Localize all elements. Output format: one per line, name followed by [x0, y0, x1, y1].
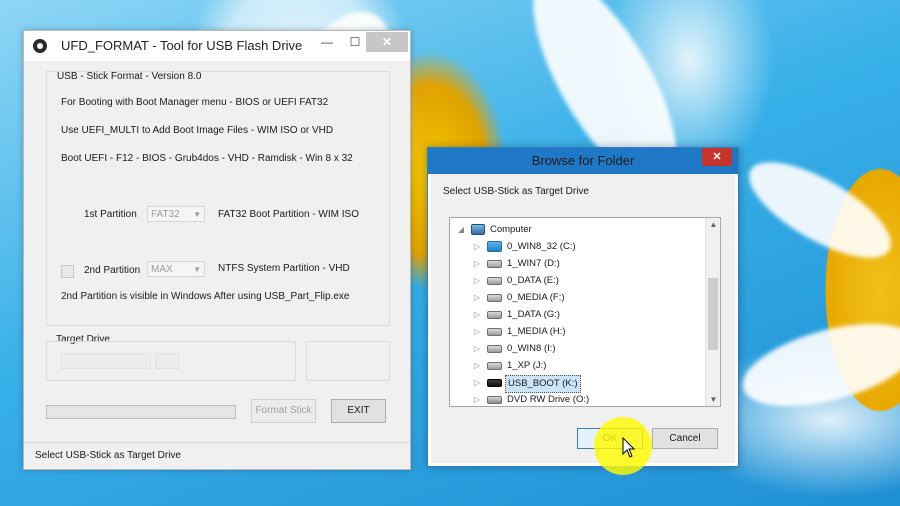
tree-item-label: USB_BOOT (K:): [505, 375, 581, 393]
tree-item-drive[interactable]: ▷ 0_WIN8_32 (C:): [450, 239, 700, 255]
tree-item-drive[interactable]: ▷ 1_MEDIA (H:): [450, 324, 700, 340]
partition2-checkbox[interactable]: [61, 265, 74, 278]
tree-item-label: DVD RW Drive (O:): [507, 394, 590, 405]
maximize-button[interactable]: ☐: [342, 32, 368, 52]
tree-item-drive[interactable]: ▷ 1_XP (J:): [450, 358, 700, 374]
group-title: USB - Stick Format - Version 8.0: [57, 71, 202, 82]
tree-item-label: Computer: [490, 224, 532, 235]
dialog-description: Select USB-Stick as Target Drive: [443, 186, 589, 197]
target-drive-side-group: [306, 341, 390, 381]
expand-arrow-icon[interactable]: ▷: [472, 392, 482, 406]
partition2-label: 2nd Partition: [84, 265, 141, 276]
daisy-petal: [734, 307, 900, 423]
tree-item-drive[interactable]: ▷ 1_DATA (G:): [450, 307, 700, 323]
info-line-2: Use UEFI_MULTI to Add Boot Image Files -…: [61, 125, 334, 136]
expand-arrow-icon[interactable]: ▷: [472, 324, 482, 340]
chevron-down-icon: ▼: [193, 210, 201, 219]
ufd-format-window: UFD_FORMAT - Tool for USB Flash Drive — …: [23, 30, 411, 470]
drive-icon: [487, 311, 502, 319]
drive-icon: [487, 294, 502, 302]
windows-drive-icon: [487, 241, 502, 252]
drive-icon: [487, 328, 502, 336]
partition1-select[interactable]: FAT32 ▼: [147, 206, 205, 222]
info-line-1: For Booting with Boot Manager menu - BIO…: [61, 97, 329, 108]
minimize-button[interactable]: —: [314, 32, 340, 52]
tree-item-label: 1_DATA (G:): [507, 309, 560, 320]
daisy-petal: [735, 144, 900, 276]
browse-for-folder-dialog: Browse for Folder ✕ Select USB-Stick as …: [427, 147, 739, 467]
partition1-desc: FAT32 Boot Partition - WIM ISO: [218, 209, 359, 220]
dialog-body: Select USB-Stick as Target Drive ◢ Compu…: [431, 174, 735, 463]
app-icon: [33, 39, 47, 53]
cancel-button[interactable]: Cancel: [652, 428, 718, 449]
tree-item-drive[interactable]: ▷ 0_MEDIA (F:): [450, 290, 700, 306]
expand-arrow-icon[interactable]: ▷: [472, 273, 482, 289]
window-title: UFD_FORMAT - Tool for USB Flash Drive: [61, 38, 303, 53]
tree-item-drive[interactable]: ▷ DVD RW Drive (O:): [450, 392, 700, 406]
computer-icon: [471, 224, 485, 235]
expand-arrow-icon[interactable]: ▷: [472, 375, 482, 391]
partition1-label: 1st Partition: [84, 209, 137, 220]
expand-arrow-icon[interactable]: ▷: [472, 341, 482, 357]
partition2-desc: NTFS System Partition - VHD: [218, 263, 350, 274]
partition-note: 2nd Partition is visible in Windows Afte…: [61, 291, 350, 302]
dialog-close-button[interactable]: ✕: [702, 148, 732, 166]
tree-item-label: 0_WIN8 (I:): [507, 343, 556, 354]
drive-icon: [487, 260, 502, 268]
dialog-title-bar[interactable]: Browse for Folder ✕: [428, 148, 738, 174]
info-line-3: Boot UEFI - F12 - BIOS - Grub4dos - VHD …: [61, 153, 353, 164]
chevron-down-icon: ▼: [193, 265, 201, 274]
expand-arrow-icon[interactable]: ▷: [472, 256, 482, 272]
tree-item-label: 1_MEDIA (H:): [507, 326, 566, 337]
drive-icon: [487, 277, 502, 285]
tree-scrollbar[interactable]: ▲ ▼: [705, 218, 720, 406]
partition1-value: FAT32: [151, 209, 180, 220]
partition2-value: MAX: [151, 264, 173, 275]
expand-arrow-icon[interactable]: ▷: [472, 358, 482, 374]
tree-item-label: 1_WIN7 (D:): [507, 258, 560, 269]
drive-icon: [487, 362, 502, 370]
tree-item-drive-selected[interactable]: ▷ USB_BOOT (K:): [450, 375, 700, 393]
partition2-select[interactable]: MAX ▼: [147, 261, 205, 277]
expand-arrow-icon[interactable]: ▷: [472, 290, 482, 306]
scroll-down-icon[interactable]: ▼: [706, 395, 720, 404]
scroll-up-icon[interactable]: ▲: [706, 220, 720, 229]
drive-icon: [487, 345, 502, 353]
tree-item-label: 0_MEDIA (F:): [507, 292, 565, 303]
dvd-drive-icon: [487, 396, 502, 404]
tree-item-computer[interactable]: ◢ Computer: [450, 222, 700, 238]
folder-tree[interactable]: ◢ Computer ▷ 0_WIN8_32 (C:) ▷ 1_WIN7 (D:…: [449, 217, 721, 407]
tree-item-label: 1_XP (J:): [507, 360, 547, 371]
tree-item-drive[interactable]: ▷ 1_WIN7 (D:): [450, 256, 700, 272]
target-drive-field[interactable]: [61, 353, 151, 369]
exit-button[interactable]: EXIT: [331, 399, 386, 423]
format-stick-button[interactable]: Format Stick: [251, 399, 316, 423]
tree-item-label: 0_DATA (E:): [507, 275, 559, 286]
usb-drive-icon: [487, 379, 502, 387]
status-bar: Select USB-Stick as Target Drive: [24, 442, 410, 469]
tree-item-drive[interactable]: ▷ 0_WIN8 (I:): [450, 341, 700, 357]
scrollbar-thumb[interactable]: [708, 278, 718, 350]
expand-arrow-icon[interactable]: ▷: [472, 307, 482, 323]
title-bar[interactable]: UFD_FORMAT - Tool for USB Flash Drive — …: [24, 31, 410, 61]
close-button[interactable]: ✕: [366, 32, 408, 52]
status-text: Select USB-Stick as Target Drive: [35, 450, 181, 461]
tree-item-label: 0_WIN8_32 (C:): [507, 241, 576, 252]
dialog-title: Browse for Folder: [531, 153, 635, 168]
expand-arrow-icon[interactable]: ▷: [472, 239, 482, 255]
tree-item-drive[interactable]: ▷ 0_DATA (E:): [450, 273, 700, 289]
format-progress-bar: [46, 405, 236, 419]
format-options-group: [46, 71, 390, 326]
collapse-arrow-icon[interactable]: ◢: [456, 222, 466, 238]
target-drive-browse-button[interactable]: [155, 353, 179, 369]
